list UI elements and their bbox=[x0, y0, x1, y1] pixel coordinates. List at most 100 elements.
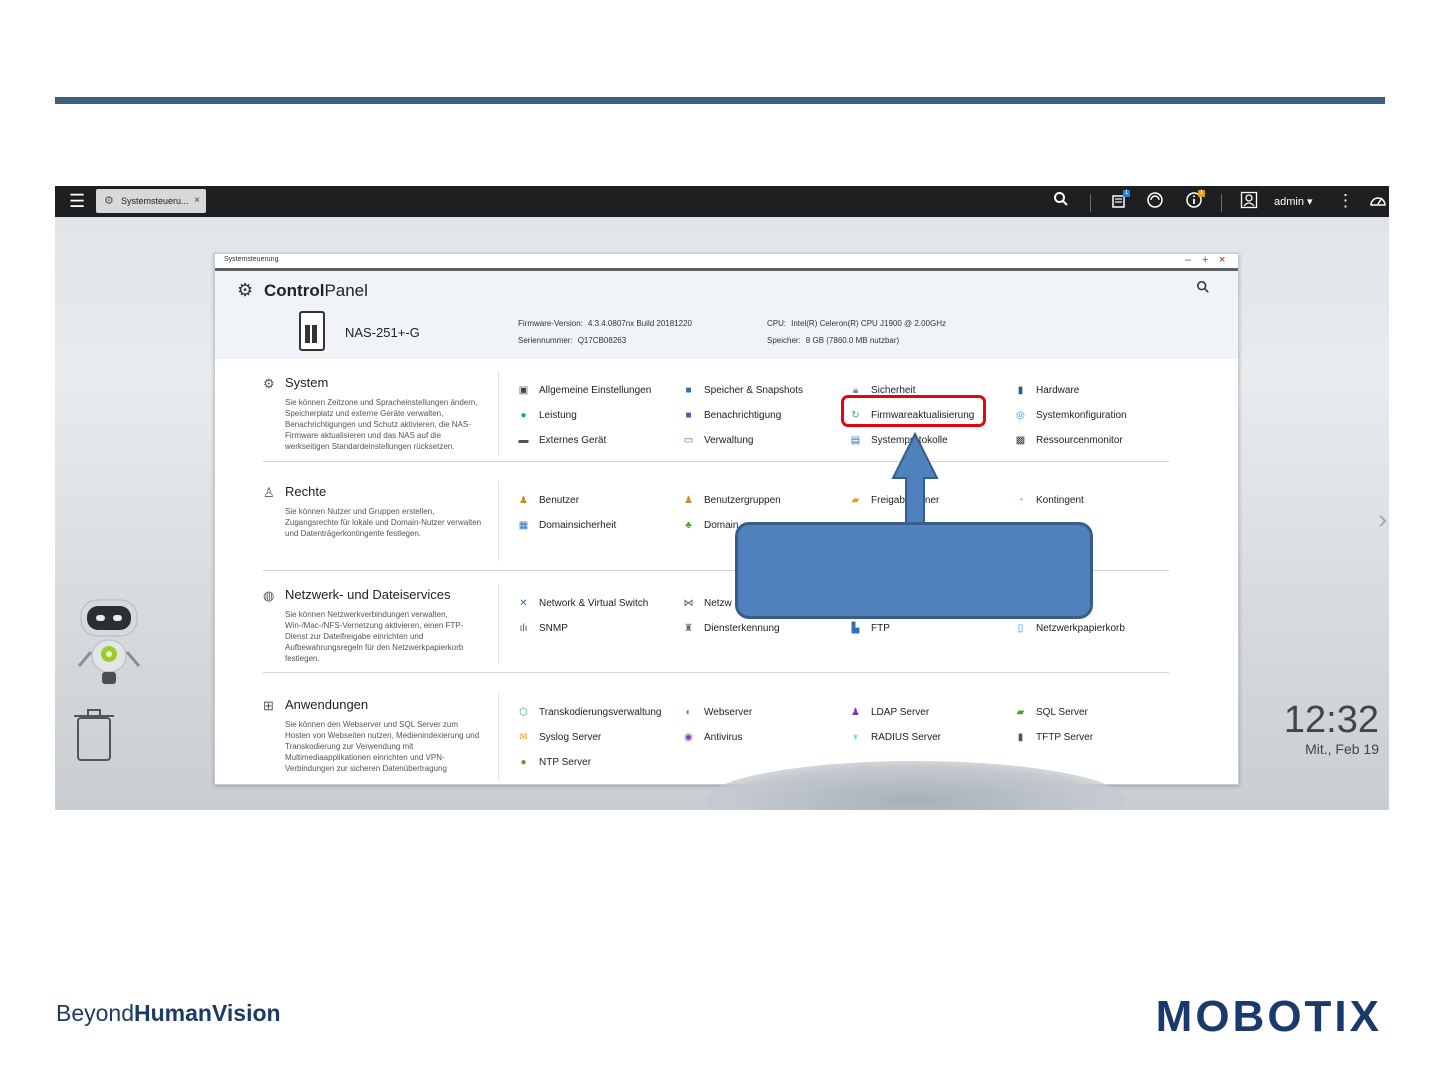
item-ntp-server[interactable]: ● NTP Server bbox=[517, 757, 591, 768]
ldap-icon: ♟ bbox=[851, 707, 860, 718]
sync-icon[interactable] bbox=[1146, 191, 1164, 214]
arrow-up-icon bbox=[891, 432, 939, 525]
ftp-icon: ▙ bbox=[851, 623, 860, 634]
item-administration[interactable]: ▭ Verwaltung bbox=[682, 435, 754, 446]
sql-server-icon: ▰ bbox=[1016, 707, 1025, 718]
item-radius-server[interactable]: ♆ RADIUS Server bbox=[849, 732, 941, 743]
log-icon: ▤ bbox=[850, 435, 861, 446]
snmp-icon: ılı bbox=[519, 623, 528, 634]
section-description-network: Sie können Netzwerkverbindungen verwalte… bbox=[285, 610, 464, 663]
item-ftp[interactable]: ▙ FTP bbox=[849, 623, 890, 634]
clock-time: 12:32 bbox=[1283, 699, 1379, 741]
search-icon[interactable] bbox=[1196, 280, 1210, 298]
item-performance[interactable]: ● Leistung bbox=[517, 410, 576, 421]
minimize-button[interactable]: – bbox=[1185, 254, 1191, 267]
maximize-button[interactable]: + bbox=[1202, 254, 1208, 267]
window-titlebar[interactable]: Systemsteuerung – + × bbox=[215, 254, 1238, 271]
callout-box bbox=[735, 522, 1093, 619]
close-button[interactable]: × bbox=[1219, 254, 1225, 267]
item-ldap-server[interactable]: ♟ LDAP Server bbox=[849, 707, 929, 718]
item-tftp-server[interactable]: ▮ TFTP Server bbox=[1014, 732, 1093, 743]
section-title-system: System bbox=[285, 375, 329, 390]
desktop-clock: 12:32 Mit., Feb 19 bbox=[1284, 700, 1379, 758]
item-storage-snapshots[interactable]: ■ Speicher & Snapshots bbox=[682, 385, 802, 396]
nas-desktop-screenshot: ☰ ⚙ Systemsteueru... × 1 1 admin ▾ ⋮ › 1… bbox=[55, 186, 1389, 810]
network-access-icon: ⋈ bbox=[683, 598, 694, 609]
apps-icon: ⊞ bbox=[263, 698, 274, 713]
item-syslog-server[interactable]: ✉ Syslog Server bbox=[517, 732, 601, 743]
tab-label: Systemsteueru... bbox=[121, 196, 189, 206]
tagline-bold: HumanVision bbox=[134, 1000, 281, 1026]
monitor-icon: ▭ bbox=[683, 435, 694, 446]
item-quota[interactable]: ◔ Kontingent bbox=[1014, 495, 1083, 506]
transcode-icon: ⬡ bbox=[519, 707, 528, 718]
item-service-discovery[interactable]: ♜ Diensterkennung bbox=[682, 623, 780, 634]
notification-icon: ■ bbox=[685, 410, 692, 421]
item-external-device[interactable]: ▬ Externes Gerät bbox=[517, 435, 607, 446]
gear-icon: ⚙ bbox=[237, 280, 254, 300]
top-rule bbox=[55, 97, 1385, 104]
item-network-access[interactable]: ⋈ Netzw bbox=[682, 598, 732, 609]
gear-icon: ⚙ bbox=[104, 195, 114, 207]
section-title-network: Netzwerk- und Dateiservices bbox=[285, 587, 451, 602]
user-group-icon: ♟ bbox=[684, 495, 693, 506]
item-user-groups[interactable]: ♟ Benutzergruppen bbox=[682, 495, 781, 506]
antivirus-icon: ◉ bbox=[684, 732, 693, 743]
item-general-settings[interactable]: ▣ Allgemeine Einstellungen bbox=[517, 385, 652, 396]
resource-monitor-icon: ▩ bbox=[1015, 435, 1026, 446]
item-antivirus[interactable]: ◉ Antivirus bbox=[682, 732, 742, 743]
control-panel-header: ⚙ ControlPanel NAS-251+-G Firmware-Versi… bbox=[215, 271, 1238, 359]
radius-icon: ♆ bbox=[851, 732, 860, 743]
section-divider bbox=[498, 481, 499, 561]
section-description-system: Sie können Zeitzone und Spracheinstellun… bbox=[285, 398, 478, 451]
chevron-right-icon[interactable]: › bbox=[1378, 504, 1387, 535]
tagline: BeyondHumanVision bbox=[56, 1000, 281, 1027]
firmware-version: Firmware-Version: 4.3.4.0807nx Build 2018… bbox=[518, 319, 692, 328]
user-avatar-icon[interactable] bbox=[1240, 191, 1258, 214]
item-sql-server[interactable]: ▰ SQL Server bbox=[1014, 707, 1088, 718]
nas-device-icon bbox=[299, 311, 325, 351]
cpu-info: CPU: Intel(R) Celeron(R) CPU J1900 @ 2.00… bbox=[767, 319, 946, 328]
trash-icon[interactable] bbox=[73, 708, 115, 762]
tab-control-panel[interactable]: ⚙ Systemsteueru... × bbox=[96, 189, 206, 213]
window-title: Systemsteuerung bbox=[224, 256, 279, 263]
recycle-bin-icon: ▯ bbox=[1017, 623, 1024, 634]
system-config-icon: ◎ bbox=[1016, 410, 1025, 421]
notification-badge: 1 bbox=[1123, 190, 1130, 197]
section-title-applications: Anwendungen bbox=[285, 697, 369, 712]
serial-number: Seriennummer: Q17CB08263 bbox=[518, 336, 627, 345]
item-users[interactable]: ♟ Benutzer bbox=[517, 495, 579, 506]
tab-close-icon[interactable]: × bbox=[194, 189, 200, 213]
section-title-rights: Rechte bbox=[285, 484, 327, 499]
clock-date: Mit., Feb 19 bbox=[1305, 741, 1379, 757]
item-notification[interactable]: ■ Benachrichtigung bbox=[682, 410, 781, 421]
user-menu[interactable]: admin ▾ bbox=[1274, 195, 1313, 208]
item-network-virtual-switch[interactable]: ✕ Network & Virtual Switch bbox=[517, 598, 648, 609]
ntp-icon: ● bbox=[520, 757, 527, 768]
more-options-icon[interactable]: ⋮ bbox=[1337, 191, 1354, 211]
item-snmp[interactable]: ılı SNMP bbox=[517, 623, 568, 634]
dashboard-icon[interactable] bbox=[1369, 191, 1387, 214]
item-transcoding[interactable]: ⬡ Transkodierungsverwaltung bbox=[517, 707, 661, 718]
storage-icon: ■ bbox=[685, 385, 692, 396]
item-hardware[interactable]: ▮ Hardware bbox=[1014, 385, 1080, 396]
settings-doc-icon: ▣ bbox=[518, 385, 529, 396]
menu-icon[interactable]: ☰ bbox=[69, 192, 85, 210]
firmware-highlight-box bbox=[841, 395, 986, 427]
taskbar-divider bbox=[1221, 194, 1222, 212]
user-icon: ♙ bbox=[263, 485, 275, 500]
search-icon[interactable] bbox=[1053, 191, 1069, 212]
tagline-light: Beyond bbox=[56, 1000, 135, 1026]
shared-folder-icon: ▰ bbox=[851, 495, 860, 506]
item-webserver[interactable]: ◐ Webserver bbox=[682, 707, 752, 718]
item-network-recycle-bin[interactable]: ▯ Netzwerkpapierkorb bbox=[1014, 623, 1125, 634]
assistant-robot-icon[interactable] bbox=[71, 594, 151, 689]
lightbulb-icon: ● bbox=[520, 410, 527, 421]
item-domain[interactable]: ♣ Domain bbox=[682, 520, 738, 531]
domain-icon: ♣ bbox=[685, 520, 692, 531]
item-domain-security[interactable]: ▦ Domainsicherheit bbox=[517, 520, 617, 531]
item-system-config[interactable]: ◎ Systemkonfiguration bbox=[1014, 410, 1126, 421]
gear-icon: ⚙ bbox=[263, 376, 275, 391]
item-resource-monitor[interactable]: ▩ Ressourcenmonitor bbox=[1014, 435, 1123, 446]
tftp-icon: ▮ bbox=[1017, 732, 1024, 743]
